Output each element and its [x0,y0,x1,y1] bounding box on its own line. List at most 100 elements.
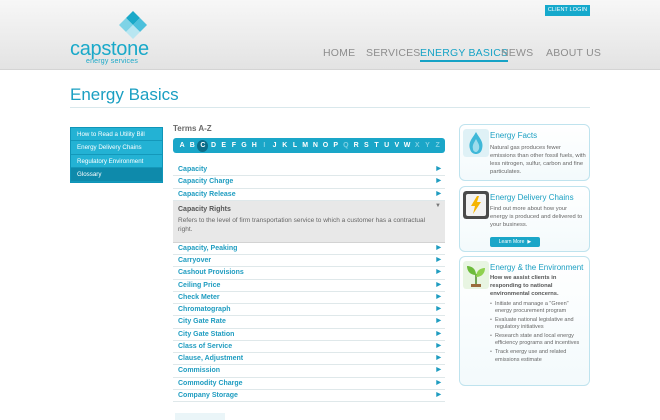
sidebar-nav: How to Read a Utility Bill Energy Delive… [70,127,163,183]
footer-fragment [175,413,225,420]
letter-p[interactable]: P [331,140,341,152]
logo-mark-icon [119,11,147,39]
sidebar-item-delivery-chains[interactable]: Energy Delivery Chains [71,141,162,155]
gas-flame-icon [463,129,489,157]
chevron-right-icon: ▶ [527,239,532,245]
letter-v[interactable]: V [392,140,402,152]
table-row[interactable]: Commodity Charge ▶ [173,378,445,390]
chevron-right-icon: ▶ [436,342,441,349]
nav-home[interactable]: HOME [323,47,355,59]
table-row[interactable]: City Gate Station ▶ [173,329,445,341]
letter-t[interactable]: T [371,140,381,152]
letter-s[interactable]: S [361,140,371,152]
chevron-right-icon: ▶ [436,190,441,197]
list-item: Track energy use and related emissions e… [490,349,586,364]
delivery-chains-box: Energy Delivery Chains Find out more abo… [459,186,590,252]
term-label: Ceiling Price [178,281,221,289]
nav-services[interactable]: SERVICES [366,47,421,59]
chevron-right-icon: ▶ [436,330,441,337]
term-label: Commodity Charge [178,379,243,387]
chevron-right-icon: ▶ [436,244,441,251]
letter-k[interactable]: K [280,140,290,152]
letter-z: Z [435,141,440,149]
letter-d[interactable]: D [208,140,218,152]
table-row[interactable]: Cashout Provisions ▶ [173,267,445,280]
site-header: capstone energy services CLIENT LOGIN HO… [0,0,660,70]
term-list: Capacity ▶ Capacity Charge ▶ Capacity Releas… [173,164,445,402]
energy-facts-title: Energy Facts [490,131,538,140]
table-row[interactable]: Clause, Adjustment ▶ [173,353,445,366]
letter-j[interactable]: J [270,140,280,152]
letter-h[interactable]: H [249,140,259,152]
letter-l[interactable]: L [290,140,300,152]
list-item: Research state and local energy efficien… [490,333,586,348]
letter-q: Q [343,141,349,149]
table-row[interactable]: Capacity Release ▶ [173,189,445,201]
table-row[interactable]: Check Meter ▶ [173,292,445,304]
delivery-chains-text: Find out more about how your energy is p… [490,206,583,228]
expanded-term-title: Capacity Rights [178,205,231,213]
letter-u[interactable]: U [382,140,392,152]
letter-r[interactable]: R [351,140,361,152]
logo[interactable]: capstone energy services [70,8,160,65]
term-label: City Gate Station [178,330,235,338]
nav-news[interactable]: NEWS [501,47,533,59]
term-label: Carryover [178,257,212,264]
term-label: Capacity Release [178,190,236,198]
page-title: Energy Basics [70,85,179,104]
nav-about-us[interactable]: ABOUT US [546,47,601,59]
table-row[interactable]: Capacity ▶ [173,164,445,177]
table-row[interactable]: Ceiling Price ▶ [173,280,445,292]
chevron-right-icon: ▶ [436,269,441,276]
chevron-down-icon: ▼ [435,202,441,209]
letter-m[interactable]: M [300,140,310,152]
letter-i: I [263,141,266,149]
chevron-right-icon: ▶ [436,166,441,172]
term-label: Company Storage [178,391,238,399]
chevron-right-icon: ▶ [436,281,441,288]
table-row[interactable]: Capacity Charge ▶ [173,176,445,189]
letter-c[interactable]: C [197,139,209,152]
letter-a[interactable]: A [177,140,187,152]
chevron-right-icon: ▶ [436,318,441,325]
table-row[interactable]: Commission ▶ [173,365,445,378]
terms-heading: Terms A-Z [173,124,212,133]
title-divider [70,107,590,108]
nav-energy-basics[interactable]: ENERGY BASICS [420,47,509,62]
learn-more-button[interactable]: Learn More ▶ [490,237,540,247]
term-label: Capacity, Peaking [178,244,238,252]
energy-facts-text: Natural gas produces fewer emissions tha… [490,145,586,175]
term-label: Clause, Adjustment [178,355,244,362]
table-row[interactable]: City Gate Rate ▶ [173,316,445,329]
table-row[interactable]: Capacity, Peaking ▶ [173,243,445,255]
letter-f[interactable]: F [229,140,239,152]
brand-subtitle: energy services [86,58,139,65]
letter-b[interactable]: B [187,140,197,152]
sidebar-item-regulatory[interactable]: Regulatory Environment [71,154,162,169]
environment-bullets: Initiate and manage a "Green" energy pro… [490,301,586,365]
term-label: Class of Service [178,342,233,350]
letter-x: X [414,141,420,149]
letter-g[interactable]: G [239,140,249,152]
sidebar-item-glossary[interactable]: Glossary [71,168,162,182]
client-login-button[interactable]: CLIENT LOGIN [545,5,590,16]
delivery-chains-title: Energy Delivery Chains [490,193,574,202]
term-label: Chromatograph [178,306,231,313]
letter-w[interactable]: W [402,140,412,152]
term-label: Commission [178,367,221,375]
letter-o[interactable]: O [320,140,330,152]
table-row[interactable]: Company Storage ▶ [173,390,445,402]
table-row[interactable]: Class of Service ▶ [173,341,445,353]
table-row[interactable]: Chromatograph ▶ [173,304,445,317]
letter-n[interactable]: N [310,140,320,152]
plant-leaf-icon [463,261,489,289]
table-row[interactable]: Carryover ▶ [173,255,445,268]
sidebar-item-utility-bill[interactable]: How to Read a Utility Bill [71,128,162,142]
alphabet-bar: ABCDEFGHIJKLMNOPQRSTUVWXYZ [173,138,445,153]
expanded-term[interactable]: Capacity Rights Refers to the level of fi… [173,200,445,243]
environment-title: Energy & the Environment [490,263,584,272]
environment-intro: How we assist clients in responding to n… [490,275,559,297]
letter-y: Y [425,141,430,149]
letter-e[interactable]: E [219,140,229,152]
chevron-right-icon: ▶ [436,379,441,386]
